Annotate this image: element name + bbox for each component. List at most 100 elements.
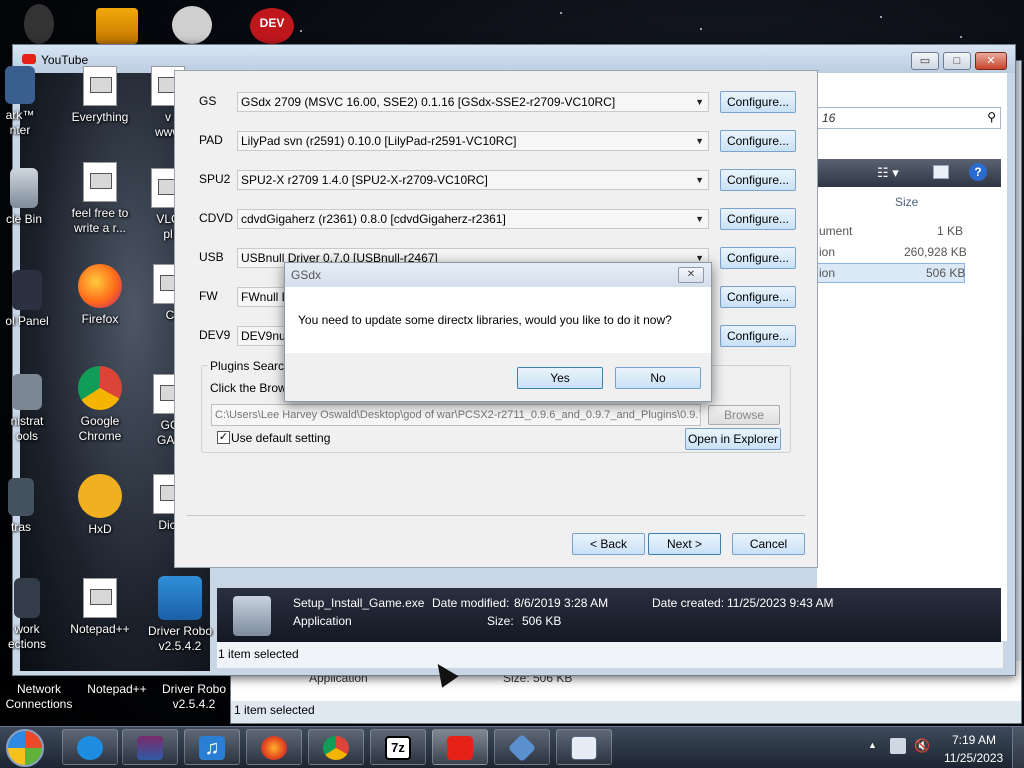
youtube-close-button[interactable]: ✕ — [975, 52, 1007, 70]
youtube-maximize-button[interactable]: □ — [943, 52, 971, 70]
plugin-label-dev9: DEV9 — [199, 328, 231, 342]
plugin-label-spu2: SPU2 — [199, 172, 231, 186]
details-filename: Setup_Install_Game.exe — [293, 596, 425, 610]
preview-pane-icon[interactable] — [933, 165, 949, 179]
details-modified-value: 8/6/2019 3:28 AM — [514, 596, 609, 610]
plugin-select-pad[interactable]: LilyPad svn (r2591) 0.10.0 [LilyPad-r259… — [237, 131, 709, 151]
back-button[interactable]: < Back — [572, 533, 645, 555]
browse-button[interactable]: Browse — [708, 405, 780, 425]
gsdx-dialog-close-button[interactable]: ✕ — [678, 267, 704, 283]
file-row-1-size: 1 KB — [937, 224, 964, 238]
next-button[interactable]: Next > — [648, 533, 721, 555]
desktop-icon-recycle-bin[interactable]: cle Bin — [0, 168, 54, 227]
7zip-icon: 7z — [385, 736, 411, 760]
desktop-icon-top-3[interactable] — [172, 6, 212, 44]
file-row-2-size: 260,928 KB — [904, 245, 967, 259]
dialog-no-button[interactable]: No — [615, 367, 701, 389]
dialog-yes-button[interactable]: Yes — [517, 367, 603, 389]
status-bar — [217, 642, 1003, 668]
dropdown-arrow-icon: ▼ — [695, 175, 704, 185]
youtube-window-title: YouTube — [41, 53, 89, 67]
gsdx-dialog[interactable]: GSdx ✕ You need to update some directx l… — [284, 262, 712, 402]
taskbar-ie[interactable] — [62, 729, 118, 765]
configure-spu2-button[interactable]: Configure... — [720, 169, 796, 191]
explorer-address-bar[interactable]: 16 ⚲ — [817, 107, 1001, 129]
configure-fw-button[interactable]: Configure... — [720, 286, 796, 308]
details-created-value: 11/25/2023 9:43 AM — [727, 596, 834, 610]
desktop-icon-top-4[interactable]: DEV — [250, 8, 294, 44]
taskbar-7zip[interactable]: 7z — [370, 729, 426, 765]
network-tray-icon[interactable] — [890, 738, 906, 754]
details-created-label: Date created: — [652, 596, 725, 610]
internet-explorer-icon — [77, 736, 103, 760]
details-modified-label: Date modified: — [432, 596, 510, 610]
desktop-icon-admin-tools[interactable]: nistrat ools — [0, 374, 60, 444]
youtube-minimize-button[interactable]: ▭ — [911, 52, 939, 70]
file-row-2-type: ion — [819, 245, 836, 259]
chrome-icon — [323, 736, 349, 760]
taskbar-notepad[interactable] — [556, 729, 612, 765]
show-desktop-button[interactable] — [1012, 727, 1024, 768]
desktop-label-notepad-plus[interactable]: Notepad++ — [80, 682, 154, 697]
view-options-icon[interactable]: ☷ ▾ — [877, 165, 899, 181]
installer-divider — [187, 515, 805, 516]
taskbar-chrome[interactable] — [308, 729, 364, 765]
configure-gs-button[interactable]: Configure... — [720, 91, 796, 113]
desktop-icon-firefox[interactable]: Firefox — [64, 264, 136, 327]
details-kind: Application — [293, 614, 352, 628]
desktop-label-network-connections[interactable]: Network Connections — [0, 682, 78, 712]
taskbar-music[interactable]: ♫ — [184, 729, 240, 765]
cancel-button[interactable]: Cancel — [732, 533, 805, 555]
music-icon: ♫ — [199, 736, 225, 760]
configure-usb-button[interactable]: Configure... — [720, 247, 796, 269]
desktop-icon-network-connections-inner[interactable]: work ections — [0, 578, 60, 652]
details-pane: Setup_Install_Game.exe Date modified: 8/… — [217, 588, 1001, 642]
tray-up-arrow-icon[interactable]: ▲ — [868, 740, 877, 750]
desktop-icon-google-chrome[interactable]: Google Chrome — [64, 366, 136, 444]
taskbar-youtube[interactable] — [432, 729, 488, 765]
firefox-icon — [261, 736, 287, 760]
volume-muted-icon[interactable]: 🔇 — [914, 738, 930, 754]
explorer-path-tail: 16 — [822, 111, 836, 125]
gsdx-dialog-title: GSdx — [291, 268, 322, 282]
status-text: 1 item selected — [218, 647, 299, 661]
use-default-label: Use default setting — [231, 431, 331, 445]
plugin-label-cdvd: CDVD — [199, 211, 234, 225]
configure-dev9-button[interactable]: Configure... — [720, 325, 796, 347]
plugin-label-pad: PAD — [199, 133, 223, 147]
plugins-path-field[interactable]: C:\Users\Lee Harvey Oswald\Desktop\god o… — [211, 404, 701, 426]
youtube-icon — [447, 736, 473, 760]
desktop-icon-everything[interactable]: Everything — [64, 66, 136, 125]
taskbar-pcsx2[interactable] — [494, 729, 550, 765]
desktop-icon-notepad-plus-inner[interactable]: Notepad++ — [64, 578, 136, 637]
plugin-select-gs[interactable]: GSdx 2709 (MSVC 16.00, SSE2) 0.1.16 [GSd… — [237, 92, 709, 112]
desktop-icon-driver-robot-inner[interactable]: Driver Robo v2.5.4.2 — [140, 576, 220, 654]
pcsx2-icon — [507, 733, 537, 763]
configure-pad-button[interactable]: Configure... — [720, 130, 796, 152]
open-in-explorer-button[interactable]: Open in Explorer — [685, 428, 781, 450]
taskbar-time[interactable]: 7:19 AM — [952, 733, 996, 747]
desktop-icon-top-1[interactable] — [24, 4, 54, 44]
desktop-icon-hxd[interactable]: HxD — [64, 474, 136, 537]
gsdx-dialog-titlebar[interactable] — [285, 263, 711, 287]
explorer-search-icon[interactable]: ⚲ — [987, 110, 996, 124]
column-header-size[interactable]: Size — [895, 195, 918, 209]
desktop-icon-feel-free[interactable]: feel free to write a r... — [64, 162, 136, 236]
help-icon[interactable]: ? — [969, 163, 987, 181]
file-row-3-size: 506 KB — [926, 266, 966, 280]
desktop-icon-extras[interactable]: tras — [0, 478, 48, 535]
file-row-3-type: ion — [819, 266, 836, 280]
desktop-icon-partial-1[interactable]: ark™ nter — [0, 66, 50, 138]
configure-cdvd-button[interactable]: Configure... — [720, 208, 796, 230]
taskbar-winrar[interactable] — [122, 729, 178, 765]
plugin-select-cdvd[interactable]: cdvdGigaherz (r2361) 0.8.0 [cdvdGigaherz… — [237, 209, 709, 229]
desktop-icon-top-2[interactable] — [96, 8, 138, 44]
use-default-checkbox[interactable]: ✓ — [217, 431, 230, 444]
start-button[interactable] — [6, 729, 44, 767]
taskbar-firefox[interactable] — [246, 729, 302, 765]
plugin-select-spu2[interactable]: SPU2-X r2709 1.4.0 [SPU2-X-r2709-VC10RC]… — [237, 170, 709, 190]
application-icon — [233, 596, 271, 636]
desktop-label-driver-robot[interactable]: Driver Robo v2.5.4.2 — [156, 682, 232, 712]
taskbar-date[interactable]: 11/25/2023 — [944, 751, 1003, 765]
desktop-icon-control-panel[interactable]: ol Panel — [0, 270, 60, 329]
